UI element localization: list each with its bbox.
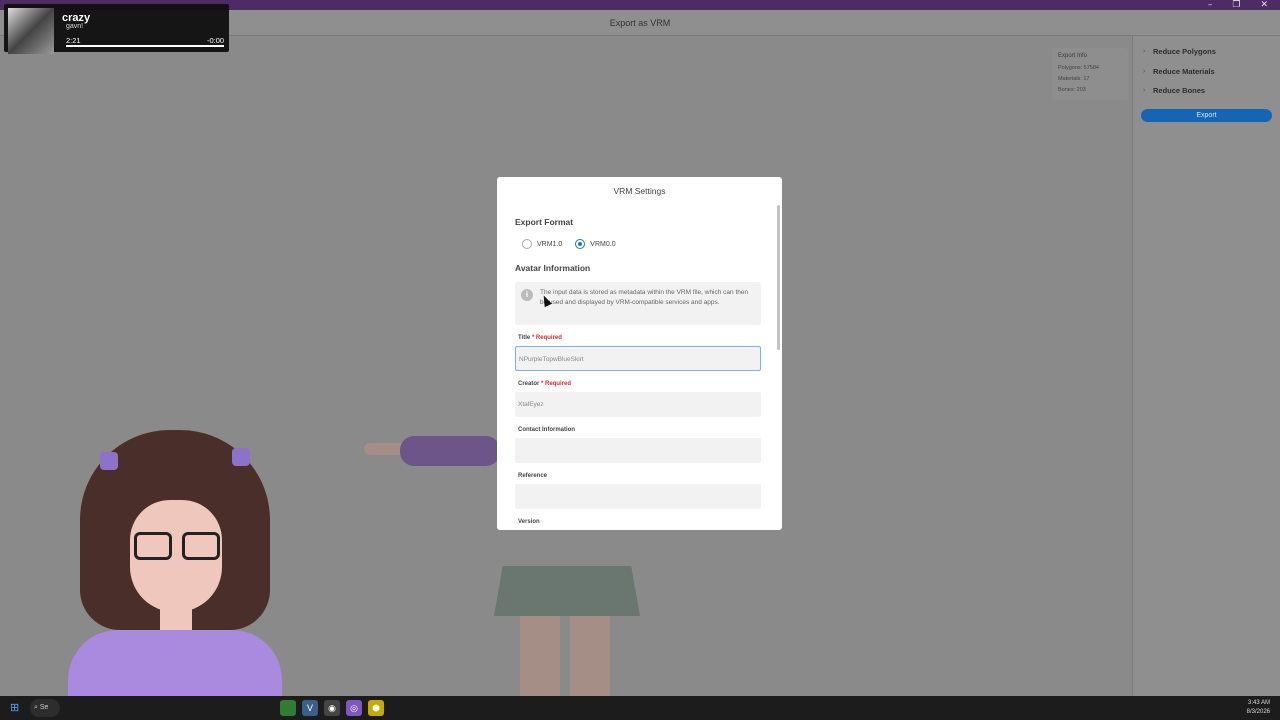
radio-vrm10-label: VRM1.0: [537, 240, 563, 248]
dialog-title: VRM Settings: [613, 186, 666, 196]
close-icon[interactable]: ✕: [1260, 0, 1268, 10]
contact-label: Contact Information: [518, 427, 575, 433]
avatar-body: [68, 630, 282, 696]
app-icon-green[interactable]: [280, 700, 296, 716]
title-label: Title: [518, 335, 531, 341]
avatar-glasses-right: [182, 532, 220, 560]
taskbar-search-label: Se: [39, 704, 49, 711]
media-progress-fill: [66, 45, 224, 47]
creator-required: * Required: [541, 381, 572, 387]
radio-vrm00-label: VRM0.0: [590, 240, 616, 248]
time-elapsed: 2:21: [66, 36, 81, 45]
reduce-materials-label: Reduce Materials: [1153, 66, 1215, 76]
radio-checked-icon: [575, 239, 586, 249]
windows-start-icon[interactable]: ⊞: [10, 702, 22, 714]
model-skirt: [494, 566, 640, 616]
reference-label: Reference: [518, 473, 548, 479]
export-format-heading: Export Format: [515, 217, 574, 227]
chevron-right-icon: ›: [1143, 87, 1146, 95]
model-leg-left: [520, 616, 560, 696]
reference-input[interactable]: [515, 484, 761, 509]
chevron-right-icon: ›: [1143, 48, 1146, 56]
radio-vrm00[interactable]: VRM0.0: [575, 239, 616, 249]
reduce-materials-item[interactable]: › Reduce Materials: [1133, 62, 1280, 82]
chevron-right-icon: ›: [1143, 67, 1146, 75]
search-icon: ⌕: [34, 704, 38, 711]
clock-date: 8/3/2026: [1246, 709, 1270, 715]
creator-label: Creator: [518, 381, 540, 387]
info-notice-text: The input data is stored as metadata wit…: [540, 289, 749, 306]
version-label: Version: [518, 519, 540, 525]
media-overlay: crazy gavn! 2:21 -0:00: [4, 4, 229, 54]
dialog-body: Export Format VRM1.0 VRM0.0 Avatar Infor…: [515, 217, 761, 525]
model-arm: [400, 436, 500, 466]
right-panel: › Reduce Polygons › Reduce Materials › R…: [1132, 36, 1280, 696]
model-leg-right: [570, 616, 610, 696]
info-icon: i: [521, 289, 533, 301]
reduce-bones-label: Reduce Bones: [1153, 86, 1206, 96]
avatar-bow-right: [232, 448, 250, 466]
dialog-scrollbar[interactable]: [777, 205, 780, 350]
minimize-icon[interactable]: –: [1208, 0, 1213, 10]
reduce-polygons-item[interactable]: › Reduce Polygons: [1133, 42, 1280, 62]
contact-input[interactable]: [515, 438, 761, 463]
app-icon-yellow[interactable]: ⬢: [368, 700, 384, 716]
vtuber-avatar: [60, 430, 290, 696]
export-info-heading: Export Info: [1058, 53, 1088, 59]
radio-vrm10[interactable]: VRM1.0: [522, 239, 562, 249]
reduce-bones-item[interactable]: › Reduce Bones: [1133, 81, 1280, 101]
vroid-app-icon[interactable]: V: [302, 700, 318, 716]
title-required: * Required: [531, 335, 562, 341]
title-input[interactable]: NPurpleTopwBlueSkirt: [515, 346, 761, 371]
chrome-app-icon[interactable]: ◉: [324, 700, 340, 716]
app-icon-purple[interactable]: ◎: [346, 700, 362, 716]
clock-time: 3:43 AM: [1247, 700, 1270, 706]
avatar-glasses-left: [134, 532, 172, 560]
album-art: [8, 8, 54, 54]
creator-field-label: Creator * Required: [518, 381, 761, 387]
export-info-card: Export Info Polygons: 57584 Materials: 1…: [1052, 48, 1128, 100]
media-progress-track: [66, 45, 224, 47]
export-format-options: VRM1.0 VRM0.0: [522, 239, 761, 249]
creator-input[interactable]: XtalEyez: [515, 392, 761, 417]
materials-count: Materials: 17: [1058, 76, 1090, 82]
bones-count: Bones: 203: [1058, 87, 1086, 93]
time-remaining: -0:00: [207, 36, 225, 45]
taskbar-search[interactable]: ⌕ Se: [30, 699, 60, 717]
title-field-label: Title * Required: [518, 335, 761, 341]
song-artist: gavn!: [66, 23, 84, 30]
vrm-settings-dialog: VRM Settings Export Format VRM1.0 VRM0.0…: [497, 177, 782, 530]
polygons-count: Polygons: 57584: [1058, 65, 1099, 71]
radio-unchecked-icon: [522, 239, 532, 249]
avatar-info-heading: Avatar Information: [515, 263, 591, 273]
avatar-bow-left: [100, 452, 118, 470]
taskbar-clock[interactable]: 3:43 AM 8/3/2026: [1247, 699, 1270, 717]
reduce-polygons-label: Reduce Polygons: [1153, 47, 1216, 57]
taskbar-apps: V ◉ ◎ ⬢: [280, 700, 384, 716]
restore-icon[interactable]: ❐: [1232, 0, 1240, 10]
export-button[interactable]: Export: [1141, 108, 1272, 122]
window-controls: – ❐ ✕: [1208, 0, 1268, 10]
taskbar: ⊞ ⌕ Se V ◉ ◎ ⬢ 3:43 AM 8/3/2026: [0, 696, 1280, 720]
